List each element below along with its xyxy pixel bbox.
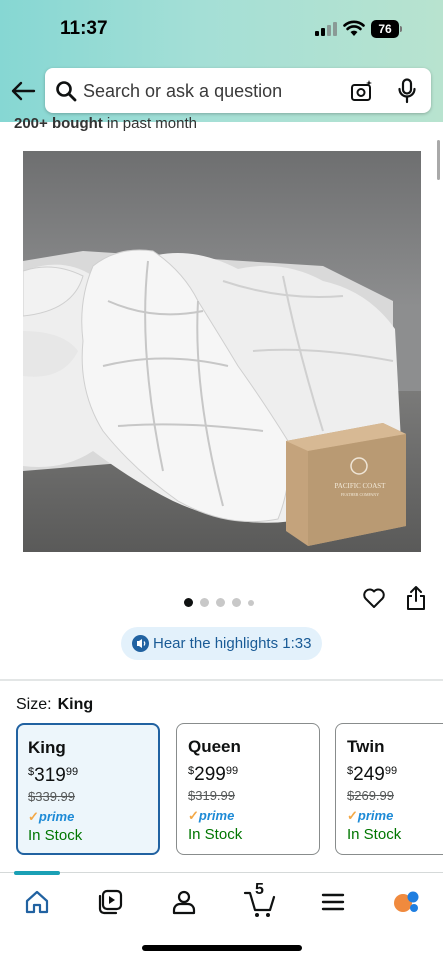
size-option-price: $31999 [28, 765, 79, 786]
size-option-stock: In Stock [188, 826, 243, 843]
comforter-illustration: PACIFIC COAST FEATHER COMPANY [23, 151, 421, 552]
search-input[interactable] [83, 76, 343, 106]
prime-check-icon: ✓ [347, 808, 358, 823]
heart-icon[interactable] [362, 586, 386, 610]
carousel-dot[interactable] [248, 599, 254, 606]
search-icon [56, 81, 77, 102]
bought-count-rest: in past month [102, 115, 197, 132]
cellular-signal-icon [315, 22, 337, 36]
cart-count: 5 [255, 881, 264, 898]
size-label-text: Size: [16, 696, 52, 713]
microphone-icon[interactable] [397, 78, 417, 104]
prime-badge: ✓prime [28, 809, 75, 824]
prime-check-icon: ✓ [188, 808, 199, 823]
size-option-name: Queen [188, 737, 241, 756]
box-brand-subtext: FEATHER COMPANY [341, 492, 379, 497]
size-option-stock: In Stock [28, 827, 83, 844]
battery-icon: 76 [371, 20, 403, 38]
carousel-dot[interactable] [184, 598, 193, 608]
carousel-dot[interactable] [216, 598, 225, 608]
nav-active-indicator [14, 871, 60, 875]
battery-level: 76 [371, 20, 399, 38]
size-option-name: Twin [347, 737, 385, 756]
scrollbar[interactable] [437, 140, 440, 180]
prime-badge: ✓prime [188, 808, 235, 823]
bought-count-bold: 200+ bought [14, 115, 103, 132]
size-selected-value: King [57, 696, 94, 713]
size-option-king[interactable]: King $31999 $339.99 ✓prime In Stock [16, 723, 160, 855]
size-option-name: King [28, 738, 66, 757]
hear-highlights-button[interactable]: Hear the highlights 1:33 [121, 627, 322, 660]
carousel-dot[interactable] [232, 598, 241, 608]
section-divider [0, 679, 443, 681]
rufus-assistant-icon[interactable] [392, 887, 422, 917]
size-option-stock: In Stock [347, 826, 402, 843]
size-option-queen[interactable]: Queen $29999 $319.99 ✓prime In Stock [176, 723, 320, 855]
bought-count: 200+ bought in past month [14, 115, 197, 132]
carousel-dot[interactable] [200, 598, 209, 608]
size-option-price: $24999 [347, 764, 398, 785]
share-icon[interactable] [405, 585, 427, 611]
account-icon[interactable] [169, 887, 199, 917]
cart-button[interactable]: 5 [243, 881, 277, 919]
size-label: Size: King [16, 696, 93, 714]
status-bar: 11:37 76 [0, 0, 443, 58]
prime-badge: ✓prime [347, 808, 394, 823]
hear-highlights-label: Hear the highlights 1:33 [153, 635, 312, 652]
prime-check-icon: ✓ [28, 809, 39, 824]
status-time: 11:37 [60, 18, 108, 39]
box-brand-text: PACIFIC COAST [335, 482, 387, 490]
carousel-dots[interactable] [184, 594, 261, 608]
camera-search-icon[interactable] [350, 79, 374, 103]
wifi-icon [343, 20, 365, 36]
home-icon[interactable] [22, 887, 52, 917]
product-image[interactable]: PACIFIC COAST FEATHER COMPANY [23, 151, 421, 552]
home-indicator[interactable] [142, 945, 302, 951]
size-option-price: $29999 [188, 764, 239, 785]
video-icon[interactable] [96, 887, 126, 917]
menu-icon[interactable] [318, 887, 348, 917]
size-option-list-price: $269.99 [347, 788, 394, 803]
size-option-twin[interactable]: Twin $24999 $269.99 ✓prime In Stock [335, 723, 443, 855]
back-arrow-icon[interactable] [10, 78, 36, 104]
search-bar[interactable] [45, 68, 431, 113]
size-option-list-price: $319.99 [188, 788, 235, 803]
size-option-list-price: $339.99 [28, 789, 75, 804]
audio-play-icon [132, 635, 149, 652]
